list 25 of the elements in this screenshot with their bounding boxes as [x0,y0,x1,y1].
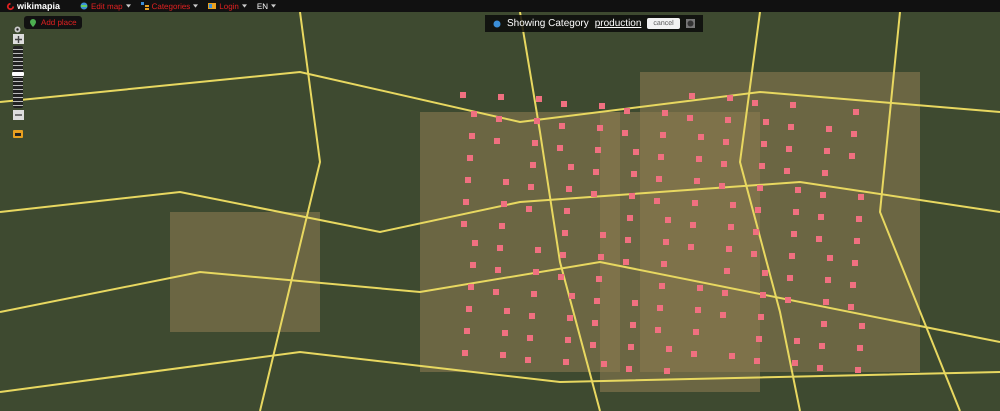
slider-thumb[interactable] [12,72,24,76]
menu-link[interactable]: Login [208,2,247,10]
card-icon [208,2,216,10]
logo-icon [6,2,15,10]
camera-icon[interactable] [13,130,23,138]
caret-icon [126,4,131,8]
list-icon [140,2,149,10]
caret-icon [271,4,276,8]
zoom-slider[interactable] [13,46,23,108]
logo-text[interactable]: wikimapia [17,1,60,11]
caret-icon [242,4,247,8]
menu-link[interactable]: Categories [140,2,198,10]
zoom-out-button[interactable] [12,110,24,120]
category-link[interactable]: production [594,18,642,29]
minus-icon [14,114,22,116]
gear-icon[interactable] [14,26,21,33]
plus-icon [14,36,22,42]
menu-link[interactable]: Edit map [80,2,131,10]
pin-plus-icon [29,18,37,26]
menu-link[interactable]: EN [256,2,276,10]
banner-text: Showing Category [507,18,589,29]
caret-icon [193,4,198,8]
add-place-button[interactable]: Add place [24,16,82,29]
satellite-map-drawing[interactable] [0,12,1000,411]
zoom-in-button[interactable] [12,34,24,44]
